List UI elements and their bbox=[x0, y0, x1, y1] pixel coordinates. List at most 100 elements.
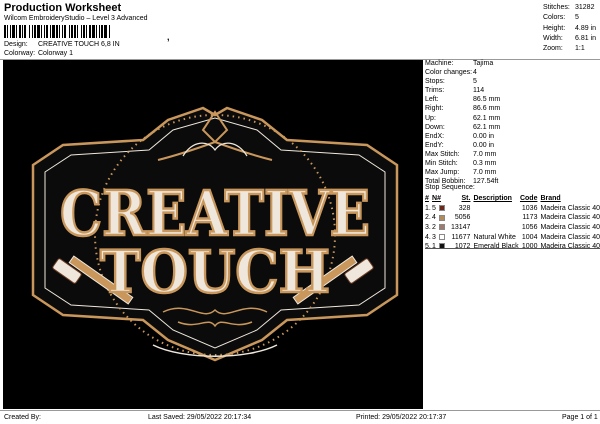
machine-stat-value: Tajima bbox=[473, 60, 494, 67]
last-saved: Last Saved: 29/05/2022 20:17:34 bbox=[148, 414, 252, 421]
stat-zoom: Zoom: 1:1 bbox=[543, 45, 585, 53]
col-stitches: St. bbox=[461, 195, 471, 203]
row-stitches: 11677 bbox=[451, 233, 471, 241]
row-brand: Madeira Classic 40 bbox=[540, 214, 600, 222]
stop-sequence-row: 3. 2 13147 1056 Madeira Classic 40 bbox=[425, 223, 600, 233]
row-needle: 2 bbox=[432, 223, 451, 233]
machine-stat-label: Right: bbox=[425, 105, 444, 113]
machine-stat-row: Min Stitch: 0.3 mm bbox=[425, 159, 600, 168]
stop-sequence-row: 5. 1 1072 Emerald Black 1000 Madeira Classic … bbox=[425, 242, 600, 252]
needle-number: 2 bbox=[432, 223, 436, 231]
row-needle: 5 bbox=[432, 204, 451, 214]
machine-stat-value: 0.3 mm bbox=[473, 160, 497, 168]
row-code: 1056 bbox=[521, 223, 538, 231]
worksheet-title: Production Worksheet bbox=[4, 2, 122, 14]
machine-stat-value: 4 bbox=[473, 69, 477, 77]
row-description bbox=[470, 213, 518, 223]
machine-stat-row: Max Jump: 7.0 mm bbox=[425, 168, 600, 177]
machine-stat-label: Min Stitch: bbox=[425, 160, 458, 168]
row-stitches: 5056 bbox=[454, 214, 471, 222]
machine-stat-label: EndX: bbox=[425, 132, 445, 140]
summary-stats: Stitches: 31282 Colors: 5 Height: 4.89 in W… bbox=[543, 3, 599, 54]
col-description: Description bbox=[473, 195, 512, 203]
machine-stat-value: 127.54ft bbox=[473, 178, 499, 186]
row-code: 1036 bbox=[521, 204, 538, 212]
row-brand: Madeira Classic 40 bbox=[540, 223, 600, 231]
stat-height: Height: 4.89 in bbox=[543, 24, 597, 32]
row-number: 4. bbox=[425, 233, 431, 241]
machine-stat-row: Right: 86.6 mm bbox=[425, 104, 600, 113]
stop-sequence-header: # N# St. Description Code Brand bbox=[425, 194, 600, 204]
machine-stat-label: Color changes: bbox=[425, 69, 473, 77]
stop-sequence-heading: Stop Sequence: bbox=[425, 184, 475, 191]
thread-swatch bbox=[438, 214, 445, 221]
software-subtitle: Wilcom EmbroideryStudio – Level 3 Advanc… bbox=[4, 15, 148, 22]
colorway-value: Colorway 1 bbox=[38, 50, 74, 57]
stop-sequence-row: 4. 3 11677 Natural White 1004 Madeira Classic… bbox=[425, 232, 600, 242]
row-description: Emerald Black bbox=[473, 243, 519, 251]
machine-stat-label: Up: bbox=[425, 114, 436, 122]
row-number: 1. bbox=[425, 204, 431, 212]
stop-sequence-rule bbox=[425, 248, 600, 249]
row-number: 5. bbox=[425, 243, 431, 251]
row-number: 2. bbox=[425, 214, 431, 222]
touch-lettering: TOUCH bbox=[100, 238, 330, 306]
colorway-label: Colorway: bbox=[4, 50, 36, 57]
machine-stat-row: Machine: Tajima bbox=[425, 59, 600, 68]
col-brand: Brand bbox=[540, 195, 561, 203]
machine-stat-value: 62.1 mm bbox=[473, 123, 501, 131]
page-footer: Created By: Last Saved: 29/05/2022 20:17… bbox=[0, 410, 600, 424]
machine-stat-label: Stops: bbox=[425, 78, 445, 86]
page-number: Page 1 of 1 bbox=[562, 414, 598, 421]
stat-width: Width: 6.81 in bbox=[543, 34, 597, 42]
thread-swatch bbox=[438, 233, 445, 240]
thread-swatch bbox=[438, 224, 445, 231]
machine-stat-value: 0.00 in bbox=[473, 141, 495, 149]
stop-sequence-table: # N# St. Description Code Brand 1. 5 328 10… bbox=[425, 194, 600, 251]
machine-stat-label: Trims: bbox=[425, 87, 445, 95]
machine-stat-value: 7.0 mm bbox=[473, 150, 497, 158]
machine-stat-label: Max Stitch: bbox=[425, 150, 460, 158]
machine-stat-value: 0.00 in bbox=[473, 132, 495, 140]
col-code: Code bbox=[519, 195, 538, 203]
creative-touch-artwork: CREATIVE TOUCH bbox=[3, 60, 423, 409]
row-stitches: 328 bbox=[458, 204, 471, 212]
row-needle: 1 bbox=[432, 242, 451, 252]
machine-stat-label: Machine: bbox=[425, 60, 454, 67]
machine-stat-row: Stops: 5 bbox=[425, 77, 600, 86]
machine-stat-label: Left: bbox=[425, 96, 439, 104]
col-num: # bbox=[425, 195, 429, 203]
machine-stats: Machine: Tajima Color changes: 4 Stops: 5 Trim… bbox=[425, 59, 600, 186]
needle-number: 1 bbox=[432, 243, 436, 251]
row-code: 1173 bbox=[522, 214, 538, 222]
row-stitches: 1072 bbox=[454, 243, 471, 251]
machine-stat-label: Max Jump: bbox=[425, 169, 460, 177]
machine-stat-row: Color changes: 4 bbox=[425, 68, 600, 77]
machine-stat-value: 86.5 mm bbox=[473, 96, 501, 104]
row-needle: 4 bbox=[432, 213, 451, 223]
machine-stat-value: 5 bbox=[473, 78, 477, 86]
stop-sequence-row: 1. 5 328 1036 Madeira Classic 40 bbox=[425, 204, 600, 214]
design-row: Design: CREATIVE TOUCH 6,8 IN bbox=[4, 41, 120, 48]
row-stitches: 13147 bbox=[450, 223, 471, 231]
machine-stat-row: Up: 62.1 mm bbox=[425, 114, 600, 123]
row-brand: Madeira Classic 40 bbox=[540, 233, 600, 241]
stat-stitches: Stitches: 31282 bbox=[543, 4, 595, 11]
machine-stat-row: Down: 62.1 mm bbox=[425, 123, 600, 132]
design-preview: CREATIVE TOUCH bbox=[3, 60, 423, 409]
row-description bbox=[470, 223, 518, 233]
row-brand: Madeira Classic 40 bbox=[540, 204, 600, 212]
machine-stat-label: Down: bbox=[425, 123, 445, 131]
barcode bbox=[4, 25, 166, 38]
design-label: Design: bbox=[4, 41, 28, 48]
row-description bbox=[470, 204, 518, 214]
machine-stat-row: Max Stitch: 7.0 mm bbox=[425, 150, 600, 159]
row-needle: 3 bbox=[432, 232, 451, 242]
needle-number: 3 bbox=[432, 233, 436, 241]
machine-stat-value: 62.1 mm bbox=[473, 114, 501, 122]
machine-stat-row: EndY: 0.00 in bbox=[425, 141, 600, 150]
row-code: 1000 bbox=[521, 243, 538, 251]
colorway-row: Colorway: Colorway 1 bbox=[4, 50, 73, 57]
machine-stat-value: 86.6 mm bbox=[473, 105, 501, 113]
needle-number: 5 bbox=[432, 204, 436, 212]
